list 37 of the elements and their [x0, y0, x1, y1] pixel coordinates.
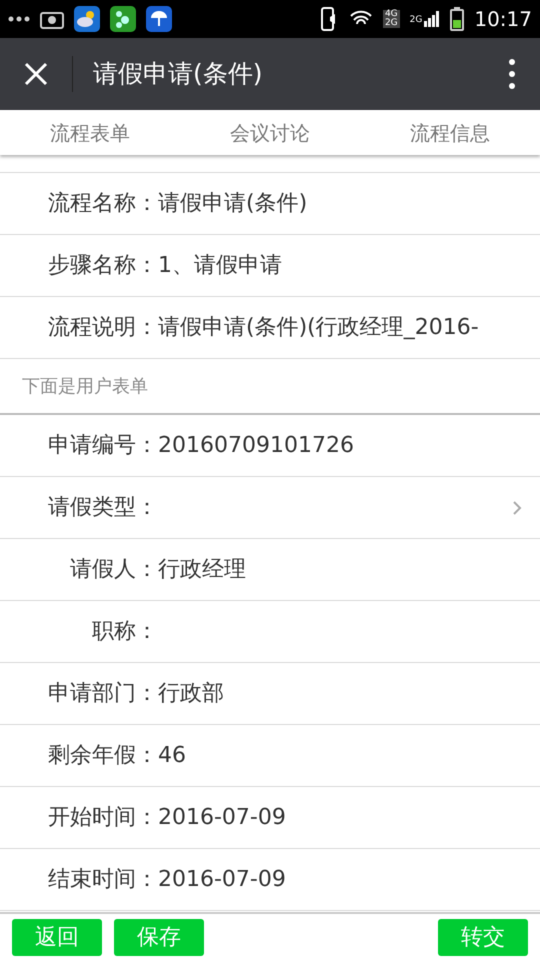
more-dots-icon: [8, 16, 30, 22]
close-icon: [24, 62, 48, 86]
tab[interactable]: 流程表单: [0, 110, 180, 155]
field-value: 2016-07-09: [158, 866, 286, 894]
umbrella-icon: [146, 6, 172, 32]
field-value: 行政部: [158, 680, 224, 708]
battery-icon: [450, 7, 464, 31]
field-label: 请假类型：: [47, 494, 158, 522]
field-label: 请假人：: [69, 556, 158, 584]
status-time: 10:17: [474, 6, 532, 33]
signal-icon: [424, 11, 440, 27]
field-label: 剩余年假：: [47, 742, 158, 770]
field-value: 46: [158, 742, 186, 770]
dual-signal-icon: 4G 2G: [382, 10, 400, 28]
field-label: 流程名称：: [47, 190, 158, 218]
camera-icon: [40, 9, 64, 29]
field-label: 申请部门：: [47, 680, 158, 708]
tab[interactable]: 会议讨论: [180, 110, 360, 155]
field-label: 流程说明：: [47, 314, 158, 342]
more-vertical-icon: [509, 59, 515, 89]
field-label: 职称：: [91, 618, 158, 646]
field-label: 申请编号：: [47, 432, 158, 460]
field-value: 行政经理: [158, 556, 246, 584]
field-value: 20160709101726: [158, 432, 354, 460]
field-value: 2016-07-09: [158, 804, 286, 832]
tab[interactable]: 流程信息: [360, 110, 540, 155]
field-value: 请假申请(条件): [158, 190, 308, 218]
field-label: 开始时间：: [47, 804, 158, 832]
window-title: 请假申请(条件): [93, 58, 263, 90]
network-label: 2G: [410, 14, 422, 26]
app-icon: [110, 6, 136, 32]
field-value: 请假申请(条件)(行政经理_2016-: [158, 314, 479, 342]
field-label: 步骤名称：: [47, 252, 158, 280]
field-value: 1、请假申请: [158, 252, 282, 280]
weather-icon: [74, 6, 100, 32]
field-label: 结束时间：: [47, 866, 158, 894]
section-title: 下面是用户表单: [22, 374, 148, 398]
